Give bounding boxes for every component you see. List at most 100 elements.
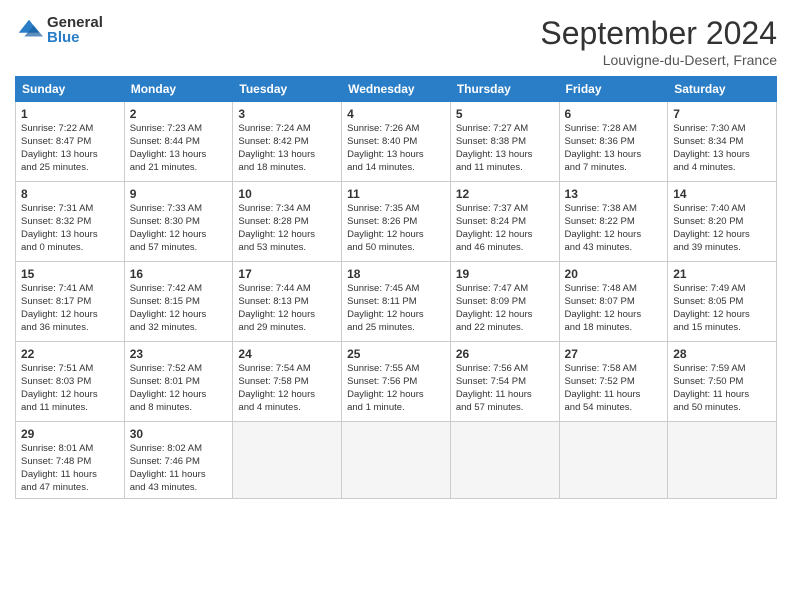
daylight-text: Daylight: 11 hours (673, 389, 749, 400)
sunset-text: Sunset: 8:42 PM (238, 136, 308, 147)
sunrise-text: Sunrise: 8:02 AM (130, 443, 202, 454)
day-number: 3 (238, 106, 336, 122)
minutes-text: and 54 minutes. (565, 402, 633, 413)
minutes-text: and 36 minutes. (21, 322, 89, 333)
daylight-text: Daylight: 11 hours (130, 469, 206, 480)
day-number: 8 (21, 186, 119, 202)
daylight-text: Daylight: 12 hours (347, 229, 424, 240)
sunrise-text: Sunrise: 7:59 AM (673, 363, 745, 374)
logo-general-text: General (47, 15, 103, 30)
minutes-text: and 57 minutes. (456, 402, 524, 413)
logo-icon (15, 16, 43, 44)
sunrise-text: Sunrise: 7:48 AM (565, 283, 637, 294)
minutes-text: and 0 minutes. (21, 242, 83, 253)
daylight-text: Daylight: 13 hours (673, 149, 750, 160)
day-number: 10 (238, 186, 336, 202)
minutes-text: and 15 minutes. (673, 322, 741, 333)
table-row: 25 Sunrise: 7:55 AM Sunset: 7:56 PM Dayl… (342, 342, 451, 422)
day-number: 26 (456, 346, 554, 362)
sunset-text: Sunset: 7:56 PM (347, 376, 417, 387)
table-row: 2 Sunrise: 7:23 AM Sunset: 8:44 PM Dayli… (124, 102, 233, 182)
minutes-text: and 18 minutes. (565, 322, 633, 333)
daylight-text: Daylight: 13 hours (21, 229, 98, 240)
sunset-text: Sunset: 7:50 PM (673, 376, 743, 387)
sunrise-text: Sunrise: 7:23 AM (130, 123, 202, 134)
day-number: 11 (347, 186, 445, 202)
sunset-text: Sunset: 8:09 PM (456, 296, 526, 307)
minutes-text: and 4 minutes. (238, 402, 300, 413)
table-row: 10 Sunrise: 7:34 AM Sunset: 8:28 PM Dayl… (233, 182, 342, 262)
day-number: 16 (130, 266, 228, 282)
sunset-text: Sunset: 8:13 PM (238, 296, 308, 307)
table-row: 11 Sunrise: 7:35 AM Sunset: 8:26 PM Dayl… (342, 182, 451, 262)
sunset-text: Sunset: 7:58 PM (238, 376, 308, 387)
sunrise-text: Sunrise: 7:40 AM (673, 203, 745, 214)
minutes-text: and 11 minutes. (21, 402, 88, 413)
col-wednesday: Wednesday (342, 77, 451, 102)
day-number: 29 (21, 426, 119, 442)
sunrise-text: Sunrise: 7:35 AM (347, 203, 419, 214)
table-row: 24 Sunrise: 7:54 AM Sunset: 7:58 PM Dayl… (233, 342, 342, 422)
table-row: 27 Sunrise: 7:58 AM Sunset: 7:52 PM Dayl… (559, 342, 668, 422)
sunset-text: Sunset: 8:07 PM (565, 296, 635, 307)
day-number: 23 (130, 346, 228, 362)
table-row: 7 Sunrise: 7:30 AM Sunset: 8:34 PM Dayli… (668, 102, 777, 182)
month-title: September 2024 (540, 15, 777, 52)
sunset-text: Sunset: 8:24 PM (456, 216, 526, 227)
table-row: 9 Sunrise: 7:33 AM Sunset: 8:30 PM Dayli… (124, 182, 233, 262)
day-number: 4 (347, 106, 445, 122)
table-row: 26 Sunrise: 7:56 AM Sunset: 7:54 PM Dayl… (450, 342, 559, 422)
sunrise-text: Sunrise: 7:51 AM (21, 363, 93, 374)
day-number: 7 (673, 106, 771, 122)
daylight-text: Daylight: 12 hours (238, 229, 315, 240)
calendar-table: Sunday Monday Tuesday Wednesday Thursday… (15, 76, 777, 499)
daylight-text: Daylight: 12 hours (130, 229, 207, 240)
table-row: 16 Sunrise: 7:42 AM Sunset: 8:15 PM Dayl… (124, 262, 233, 342)
daylight-text: Daylight: 13 hours (130, 149, 207, 160)
minutes-text: and 1 minute. (347, 402, 405, 413)
day-number: 21 (673, 266, 771, 282)
day-number: 15 (21, 266, 119, 282)
minutes-text: and 7 minutes. (565, 162, 627, 173)
minutes-text: and 18 minutes. (238, 162, 306, 173)
daylight-text: Daylight: 13 hours (21, 149, 98, 160)
sunrise-text: Sunrise: 7:37 AM (456, 203, 528, 214)
minutes-text: and 46 minutes. (456, 242, 524, 253)
table-row: 17 Sunrise: 7:44 AM Sunset: 8:13 PM Dayl… (233, 262, 342, 342)
daylight-text: Daylight: 12 hours (347, 389, 424, 400)
daylight-text: Daylight: 12 hours (456, 309, 533, 320)
sunset-text: Sunset: 8:44 PM (130, 136, 200, 147)
daylight-text: Daylight: 12 hours (130, 309, 207, 320)
day-number: 5 (456, 106, 554, 122)
sunrise-text: Sunrise: 7:28 AM (565, 123, 637, 134)
sunset-text: Sunset: 8:36 PM (565, 136, 635, 147)
day-number: 28 (673, 346, 771, 362)
daylight-text: Daylight: 11 hours (456, 389, 532, 400)
daylight-text: Daylight: 13 hours (238, 149, 315, 160)
calendar-row-5 last-row: 29 Sunrise: 8:01 AM Sunset: 7:48 PM Dayl… (16, 422, 777, 499)
minutes-text: and 50 minutes. (673, 402, 741, 413)
day-number: 14 (673, 186, 771, 202)
sunset-text: Sunset: 8:03 PM (21, 376, 91, 387)
day-number: 27 (565, 346, 663, 362)
day-number: 24 (238, 346, 336, 362)
sunrise-text: Sunrise: 7:26 AM (347, 123, 419, 134)
col-saturday: Saturday (668, 77, 777, 102)
day-number: 2 (130, 106, 228, 122)
daylight-text: Daylight: 12 hours (21, 389, 98, 400)
minutes-text: and 21 minutes. (130, 162, 198, 173)
day-number: 1 (21, 106, 119, 122)
title-area: September 2024 Louvigne-du-Desert, Franc… (540, 15, 777, 68)
daylight-text: Daylight: 13 hours (456, 149, 533, 160)
sunrise-text: Sunrise: 8:01 AM (21, 443, 93, 454)
table-row: 1 Sunrise: 7:22 AM Sunset: 8:47 PM Dayli… (16, 102, 125, 182)
sunrise-text: Sunrise: 7:45 AM (347, 283, 419, 294)
sunrise-text: Sunrise: 7:41 AM (21, 283, 93, 294)
minutes-text: and 14 minutes. (347, 162, 415, 173)
logo-text: General Blue (47, 15, 103, 45)
minutes-text: and 39 minutes. (673, 242, 741, 253)
minutes-text: and 25 minutes. (21, 162, 89, 173)
calendar-header-row: Sunday Monday Tuesday Wednesday Thursday… (16, 77, 777, 102)
sunset-text: Sunset: 8:28 PM (238, 216, 308, 227)
sunrise-text: Sunrise: 7:42 AM (130, 283, 202, 294)
